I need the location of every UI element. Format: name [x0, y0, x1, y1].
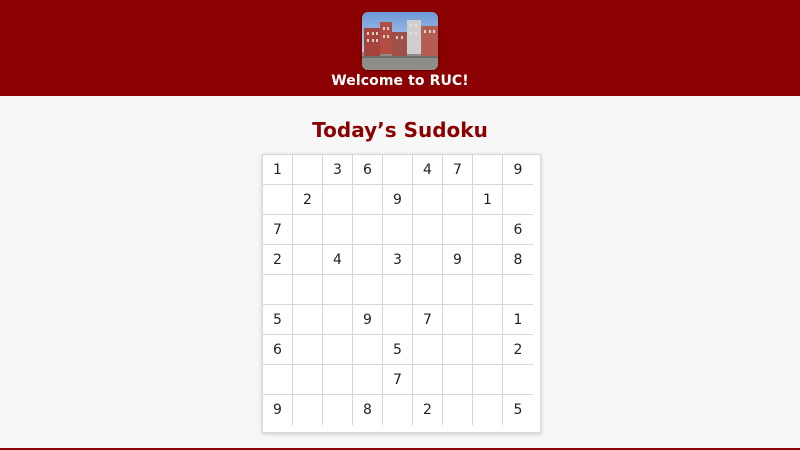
sudoku-cell-r7c5[interactable]: 5: [383, 335, 413, 365]
sudoku-cell-r4c1[interactable]: 2: [263, 245, 293, 275]
sudoku-cell-r1c8[interactable]: [473, 155, 503, 185]
sudoku-cell-r6c7[interactable]: [443, 305, 473, 335]
sudoku-cell-r7c2[interactable]: [293, 335, 323, 365]
campus-building-photo-icon: [362, 12, 438, 70]
sudoku-cell-r6c9[interactable]: 1: [503, 305, 533, 335]
sudoku-cell-r3c8[interactable]: [473, 215, 503, 245]
sudoku-cell-r7c9[interactable]: 2: [503, 335, 533, 365]
sudoku-cell-r6c5[interactable]: [383, 305, 413, 335]
sudoku-cell-r6c3[interactable]: [323, 305, 353, 335]
sudoku-cell-r4c5[interactable]: 3: [383, 245, 413, 275]
sudoku-cell-r4c8[interactable]: [473, 245, 503, 275]
sudoku-cell-r7c1[interactable]: 6: [263, 335, 293, 365]
sudoku-cell-r1c6[interactable]: 4: [413, 155, 443, 185]
sudoku-cell-r8c8[interactable]: [473, 365, 503, 395]
sudoku-cell-r6c2[interactable]: [293, 305, 323, 335]
sudoku-cell-r2c1[interactable]: [263, 185, 293, 215]
sudoku-cell-r2c6[interactable]: [413, 185, 443, 215]
sudoku-cell-r7c7[interactable]: [443, 335, 473, 365]
sudoku-cell-r5c7[interactable]: [443, 275, 473, 305]
sudoku-cell-r6c8[interactable]: [473, 305, 503, 335]
sudoku-cell-r1c7[interactable]: 7: [443, 155, 473, 185]
page-title: Today’s Sudoku: [312, 118, 488, 142]
sudoku-cell-r3c9[interactable]: 6: [503, 215, 533, 245]
sudoku-cell-r8c2[interactable]: [293, 365, 323, 395]
sudoku-cell-r6c1[interactable]: 5: [263, 305, 293, 335]
sudoku-cell-r8c4[interactable]: [353, 365, 383, 395]
sudoku-cell-r2c4[interactable]: [353, 185, 383, 215]
sudoku-cell-r2c3[interactable]: [323, 185, 353, 215]
sudoku-grid: 1 3 6 4 7 9 2 9 1 7 6 2 4 3 9 8 5 9 7 1 …: [262, 154, 541, 433]
sudoku-cell-r5c8[interactable]: [473, 275, 503, 305]
sudoku-cell-r3c6[interactable]: [413, 215, 443, 245]
sudoku-cell-r9c9[interactable]: 5: [503, 395, 533, 425]
sudoku-cell-r7c6[interactable]: [413, 335, 443, 365]
sudoku-cell-r2c8[interactable]: 1: [473, 185, 503, 215]
sudoku-cell-r4c4[interactable]: [353, 245, 383, 275]
top-banner: Welcome to RUC!: [0, 0, 800, 96]
sudoku-cell-r5c3[interactable]: [323, 275, 353, 305]
sudoku-cell-r9c7[interactable]: [443, 395, 473, 425]
sudoku-cell-r5c6[interactable]: [413, 275, 443, 305]
sudoku-cell-r5c5[interactable]: [383, 275, 413, 305]
sudoku-cell-r8c1[interactable]: [263, 365, 293, 395]
sudoku-cell-r4c3[interactable]: 4: [323, 245, 353, 275]
sudoku-cell-r6c4[interactable]: 9: [353, 305, 383, 335]
sudoku-cell-r4c7[interactable]: 9: [443, 245, 473, 275]
sudoku-cell-r1c4[interactable]: 6: [353, 155, 383, 185]
sudoku-cell-r1c3[interactable]: 3: [323, 155, 353, 185]
sudoku-cell-r5c4[interactable]: [353, 275, 383, 305]
sudoku-cell-r8c6[interactable]: [413, 365, 443, 395]
sudoku-cell-r5c2[interactable]: [293, 275, 323, 305]
sudoku-cell-r2c2[interactable]: 2: [293, 185, 323, 215]
sudoku-cell-r6c6[interactable]: 7: [413, 305, 443, 335]
sudoku-cell-r9c8[interactable]: [473, 395, 503, 425]
sudoku-cell-r8c3[interactable]: [323, 365, 353, 395]
sudoku-cell-r9c3[interactable]: [323, 395, 353, 425]
sudoku-cell-r4c6[interactable]: [413, 245, 443, 275]
sudoku-cell-r4c2[interactable]: [293, 245, 323, 275]
sudoku-cell-r7c3[interactable]: [323, 335, 353, 365]
sudoku-cell-r8c7[interactable]: [443, 365, 473, 395]
sudoku-page-content: Today’s Sudoku 1 3 6 4 7 9 2 9 1 7 6 2 4…: [0, 96, 800, 450]
sudoku-cell-r3c3[interactable]: [323, 215, 353, 245]
sudoku-cell-r9c2[interactable]: [293, 395, 323, 425]
welcome-text: Welcome to RUC!: [331, 73, 469, 89]
sudoku-cell-r5c9[interactable]: [503, 275, 533, 305]
sudoku-cell-r3c4[interactable]: [353, 215, 383, 245]
sudoku-cell-r2c5[interactable]: 9: [383, 185, 413, 215]
sudoku-cell-r3c5[interactable]: [383, 215, 413, 245]
sudoku-cell-r2c7[interactable]: [443, 185, 473, 215]
sudoku-cell-r8c5[interactable]: 7: [383, 365, 413, 395]
sudoku-cell-r3c7[interactable]: [443, 215, 473, 245]
sudoku-cell-r9c1[interactable]: 9: [263, 395, 293, 425]
sudoku-cell-r9c4[interactable]: 8: [353, 395, 383, 425]
sudoku-cell-r7c8[interactable]: [473, 335, 503, 365]
sudoku-cell-r8c9[interactable]: [503, 365, 533, 395]
sudoku-cell-r4c9[interactable]: 8: [503, 245, 533, 275]
sudoku-cell-r9c5[interactable]: [383, 395, 413, 425]
sudoku-cell-r5c1[interactable]: [263, 275, 293, 305]
sudoku-cell-r3c1[interactable]: 7: [263, 215, 293, 245]
sudoku-cell-r3c2[interactable]: [293, 215, 323, 245]
sudoku-cell-r1c1[interactable]: 1: [263, 155, 293, 185]
sudoku-cell-r2c9[interactable]: [503, 185, 533, 215]
sudoku-cell-r7c4[interactable]: [353, 335, 383, 365]
sudoku-cell-r9c6[interactable]: 2: [413, 395, 443, 425]
sudoku-cell-r1c2[interactable]: [293, 155, 323, 185]
sudoku-cell-r1c5[interactable]: [383, 155, 413, 185]
sudoku-cell-r1c9[interactable]: 9: [503, 155, 533, 185]
